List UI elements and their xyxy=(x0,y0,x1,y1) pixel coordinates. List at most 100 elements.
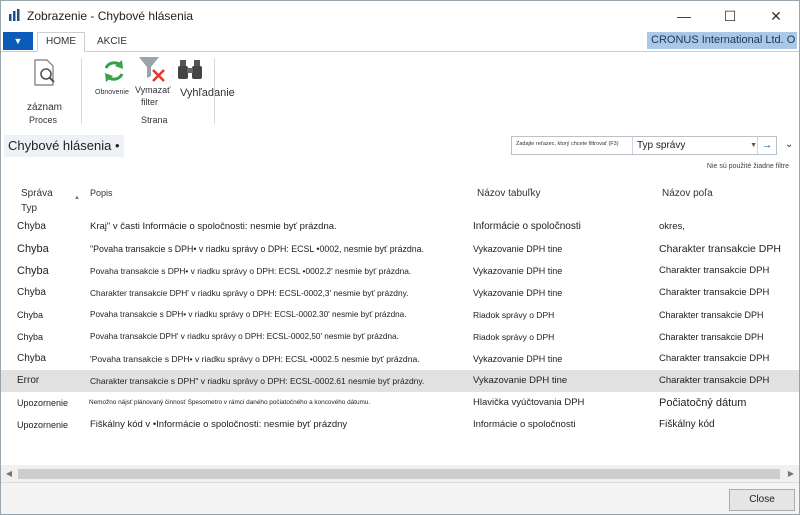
description-cell: Povaha transakcie DPH' v riadku správy o… xyxy=(90,332,399,341)
clear-filter-label-1: Vymazať xyxy=(135,85,171,95)
table-name-cell: Hlavička vyúčtovania DPH xyxy=(473,397,585,408)
description-cell: Povaha transakcie s DPH• v riadku správy… xyxy=(90,266,412,276)
chevron-right-icon: ▶ xyxy=(787,469,795,478)
field-name-cell: Charakter transakcie DPH xyxy=(659,243,781,255)
window: Zobrazenie - Chybové hlásenia — ☐ ✕ ▼ HO… xyxy=(0,0,800,515)
table-row[interactable]: Chyba Povaha transakcie DPH' v riadku sp… xyxy=(1,326,799,348)
file-menu-button[interactable]: ▼ xyxy=(3,32,33,50)
page-title[interactable]: Chybové hlásenia • xyxy=(4,135,124,157)
description-cell: Charakter transakcie DPH' v riadku správ… xyxy=(90,288,409,298)
column-header-label: Názov poľa xyxy=(662,188,713,199)
column-header-label: Názov tabuľky xyxy=(477,188,541,199)
vyhladanie-label: Vyhľadanie xyxy=(180,87,235,99)
column-header-label: Správa xyxy=(21,188,53,199)
document-search-icon xyxy=(34,59,55,86)
table-name-cell: Vykazovanie DPH tine xyxy=(473,244,563,254)
footer: Close xyxy=(1,482,799,514)
zaznam-label: záznam xyxy=(27,102,63,113)
field-name-cell: Charakter transakcie DPH xyxy=(659,265,770,276)
maximize-button[interactable]: ☐ xyxy=(707,1,753,31)
field-name-cell: okres, xyxy=(659,221,685,232)
table-row[interactable]: Upozornenie Nemožno nájsť plánovaný činn… xyxy=(1,392,799,414)
filter-box: Zadajte reťazec, ktorý chcete filtrovať … xyxy=(511,136,777,155)
filter-apply-button[interactable]: → xyxy=(757,137,776,154)
table-row[interactable]: Chyba 'Povaha transakcie s DPH• v riadku… xyxy=(1,348,799,370)
table-name-cell: Riadok správy o DPH xyxy=(473,310,555,320)
field-name-cell: Charakter transakcie DPH xyxy=(659,287,770,298)
table-row[interactable]: Chyba "Povaha transakcie s DPH• v riadku… xyxy=(1,238,799,260)
clear-filter-label-2: filter xyxy=(141,97,159,107)
column-header-description[interactable]: Popis xyxy=(90,183,390,215)
filter-field-select[interactable]: Typ správy ▼ xyxy=(632,137,761,154)
page-header: Chybové hlásenia • Zadajte reťazec, ktor… xyxy=(1,131,799,183)
filter-input[interactable]: Zadajte reťazec, ktorý chcete filtrovať … xyxy=(516,141,619,147)
column-header-label: Popis xyxy=(90,188,113,198)
message-type-cell: Chyba xyxy=(17,243,49,255)
minimize-button[interactable]: — xyxy=(661,1,707,31)
obnovenie-button[interactable]: Obnovenie xyxy=(95,56,135,100)
table-row[interactable]: Upozornenie Fiškálny kód v •Informácie o… xyxy=(1,414,799,436)
clear-filter-icon xyxy=(139,57,165,82)
obnovenie-label: Obnovenie xyxy=(95,89,129,96)
scroll-right-button[interactable]: ▶ xyxy=(783,465,799,482)
horizontal-scrollbar[interactable]: ◀ ▶ xyxy=(1,465,799,482)
message-type-cell: Chyba xyxy=(17,287,46,298)
field-name-cell: Charakter transakcie DPH xyxy=(659,310,764,320)
window-title: Zobrazenie - Chybové hlásenia xyxy=(27,9,194,23)
column-header-message-type[interactable]: Správa Typ ▲ xyxy=(19,183,80,215)
messages-grid: Správa Typ ▲ Popis Názov tabuľky Názov p… xyxy=(1,183,799,465)
table-name-cell: Vykazovanie DPH tine xyxy=(473,266,563,276)
message-type-cell: Upozornenie xyxy=(17,420,69,430)
binoculars-icon xyxy=(178,60,202,79)
table-name-cell: Vykazovanie DPH tine xyxy=(473,375,568,386)
app-icon xyxy=(9,9,20,21)
close-window-button[interactable]: ✕ xyxy=(753,1,799,31)
column-header-label: Typ xyxy=(21,203,38,214)
table-row[interactable]: Chyba Charakter transakcie DPH' v riadku… xyxy=(1,282,799,304)
group-separator xyxy=(214,58,215,124)
table-name-cell: Informácie o spoločnosti xyxy=(473,419,576,430)
description-cell: Kraj" v časti Informácie o spoločnosti: … xyxy=(90,221,337,232)
field-name-cell: Charakter transakcie DPH xyxy=(659,332,764,342)
close-button[interactable]: Close xyxy=(729,489,795,511)
description-cell: Charakter transakcie s DPH" v riadku spr… xyxy=(90,376,425,386)
table-row-selected[interactable]: Error Charakter transakcie s DPH" v riad… xyxy=(1,370,799,392)
title-bar: Zobrazenie - Chybové hlásenia — ☐ ✕ xyxy=(1,1,799,31)
message-type-cell: Chyba xyxy=(17,265,49,277)
table-row[interactable]: Chyba Povaha transakcie s DPH• v riadku … xyxy=(1,304,799,326)
message-type-cell: Chyba xyxy=(17,221,46,232)
table-name-cell: Vykazovanie DPH tine xyxy=(473,354,563,364)
vyhladanie-button[interactable]: Vyhľadanie xyxy=(173,56,235,100)
collapse-filter-button[interactable]: ⌄ xyxy=(785,139,793,150)
description-cell: Fiškálny kód v •Informácie o spoločnosti… xyxy=(90,419,348,430)
column-header-field-name[interactable]: Názov poľa xyxy=(662,183,782,215)
field-name-cell: Fiškálny kód xyxy=(659,419,715,430)
message-type-cell: Chyba xyxy=(17,310,44,320)
chevron-down-icon: ▼ xyxy=(13,36,23,46)
refresh-icon xyxy=(104,60,124,82)
zaznam-button[interactable]: záznam xyxy=(23,56,67,116)
scroll-left-button[interactable]: ◀ xyxy=(1,465,17,482)
table-row[interactable]: Chyba Povaha transakcie s DPH• v riadku … xyxy=(1,260,799,282)
field-name-cell: Charakter transakcie DPH xyxy=(659,375,770,386)
tab-akcie[interactable]: AKCIE xyxy=(89,33,135,51)
description-cell: Nemožno nájsť plánovaný činnosť Spesomet… xyxy=(89,399,371,406)
tab-home[interactable]: HOME xyxy=(37,32,85,52)
ribbon-tabs: ▼ HOME AKCIE CRONUS International Ltd. O xyxy=(1,31,799,52)
chevron-down-icon: ⌄ xyxy=(785,139,794,150)
group-separator xyxy=(81,58,82,124)
table-name-cell: Riadok správy o DPH xyxy=(473,332,555,342)
description-cell: "Povaha transakcie s DPH• v riadku správ… xyxy=(90,244,424,254)
description-cell: Povaha transakcie s DPH• v riadku správy… xyxy=(90,310,407,319)
field-name-cell: Charakter transakcie DPH xyxy=(659,353,770,364)
scrollbar-thumb[interactable] xyxy=(18,469,780,479)
table-name-cell: Vykazovanie DPH tine xyxy=(473,288,563,298)
ribbon: záznam Proces Obnovenie Vymazať filter V… xyxy=(1,52,799,130)
table-row[interactable]: Chyba Kraj" v časti Informácie o spoločn… xyxy=(1,216,799,238)
proces-group-label: Proces xyxy=(29,115,58,125)
company-name[interactable]: CRONUS International Ltd. O xyxy=(647,32,797,49)
table-name-cell: Informácie o spoločnosti xyxy=(473,221,581,232)
column-header-table-name[interactable]: Názov tabuľky xyxy=(477,183,627,215)
no-filters-text: Nie sú použité žiadne filtre xyxy=(706,163,789,170)
clear-filter-button[interactable]: Vymazať filter xyxy=(135,54,171,110)
